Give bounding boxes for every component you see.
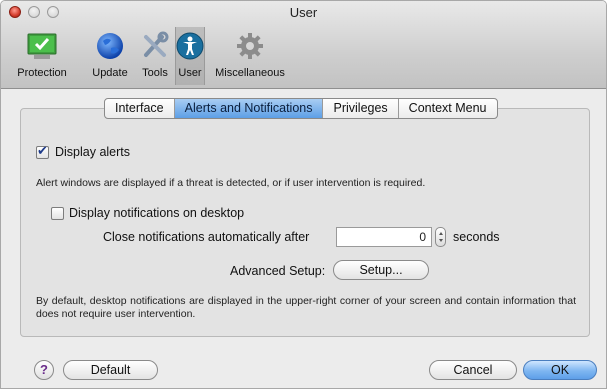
toolbar-item-miscellaneous[interactable]: Miscellaneous [211, 27, 289, 85]
notifications-description: By default, desktop notifications are di… [36, 295, 576, 320]
default-button[interactable]: Default [63, 360, 158, 380]
close-notifications-label: Close notifications automatically after [103, 230, 310, 244]
window-title: User [289, 5, 318, 20]
tab-privileges[interactable]: Privileges [323, 99, 399, 118]
toolbar-item-label: Miscellaneous [215, 67, 285, 79]
display-notifications-checkbox[interactable] [51, 207, 64, 220]
user-accessibility-icon [175, 31, 205, 61]
toolbar-item-label: Tools [142, 67, 168, 79]
tab-context-menu[interactable]: Context Menu [399, 99, 497, 118]
tools-icon [140, 31, 170, 61]
display-notifications-label: Display notifications on desktop [69, 206, 245, 220]
toolbar-item-label: User [178, 67, 202, 79]
display-alerts-label: Display alerts [55, 145, 131, 159]
globe-icon [95, 31, 125, 61]
toolbar-item-label: Update [92, 67, 128, 79]
advanced-setup-label: Advanced Setup: [230, 264, 326, 278]
close-after-seconds-input[interactable]: 0 [336, 227, 432, 247]
help-button[interactable]: ? [34, 360, 54, 380]
tab-alerts-and-notifications[interactable]: Alerts and Notifications [174, 99, 324, 118]
toolbar-item-label: Protection [17, 67, 67, 79]
tab-interface[interactable]: Interface [105, 99, 175, 118]
seconds-label: seconds [453, 230, 500, 244]
preferences-tabs: Interface Alerts and Notifications Privi… [104, 98, 498, 119]
toolbar-item-update[interactable]: Update [85, 27, 135, 85]
gear-icon [235, 31, 265, 61]
cancel-button[interactable]: Cancel [429, 360, 517, 380]
title-bar: User Protection Update Tools User Miscel… [1, 1, 606, 89]
monitor-check-icon [27, 31, 57, 61]
preferences-window: User Protection Update Tools User Miscel… [0, 0, 607, 389]
seconds-stepper[interactable] [435, 227, 446, 247]
setup-button[interactable]: Setup... [333, 260, 429, 280]
toolbar-item-protection[interactable]: Protection [3, 27, 81, 85]
ok-button[interactable]: OK [523, 360, 597, 380]
toolbar-item-tools[interactable]: Tools [135, 27, 175, 85]
alerts-description: Alert windows are displayed if a threat … [36, 177, 426, 189]
toolbar-item-user[interactable]: User [175, 27, 205, 85]
display-alerts-checkbox[interactable] [36, 144, 49, 159]
